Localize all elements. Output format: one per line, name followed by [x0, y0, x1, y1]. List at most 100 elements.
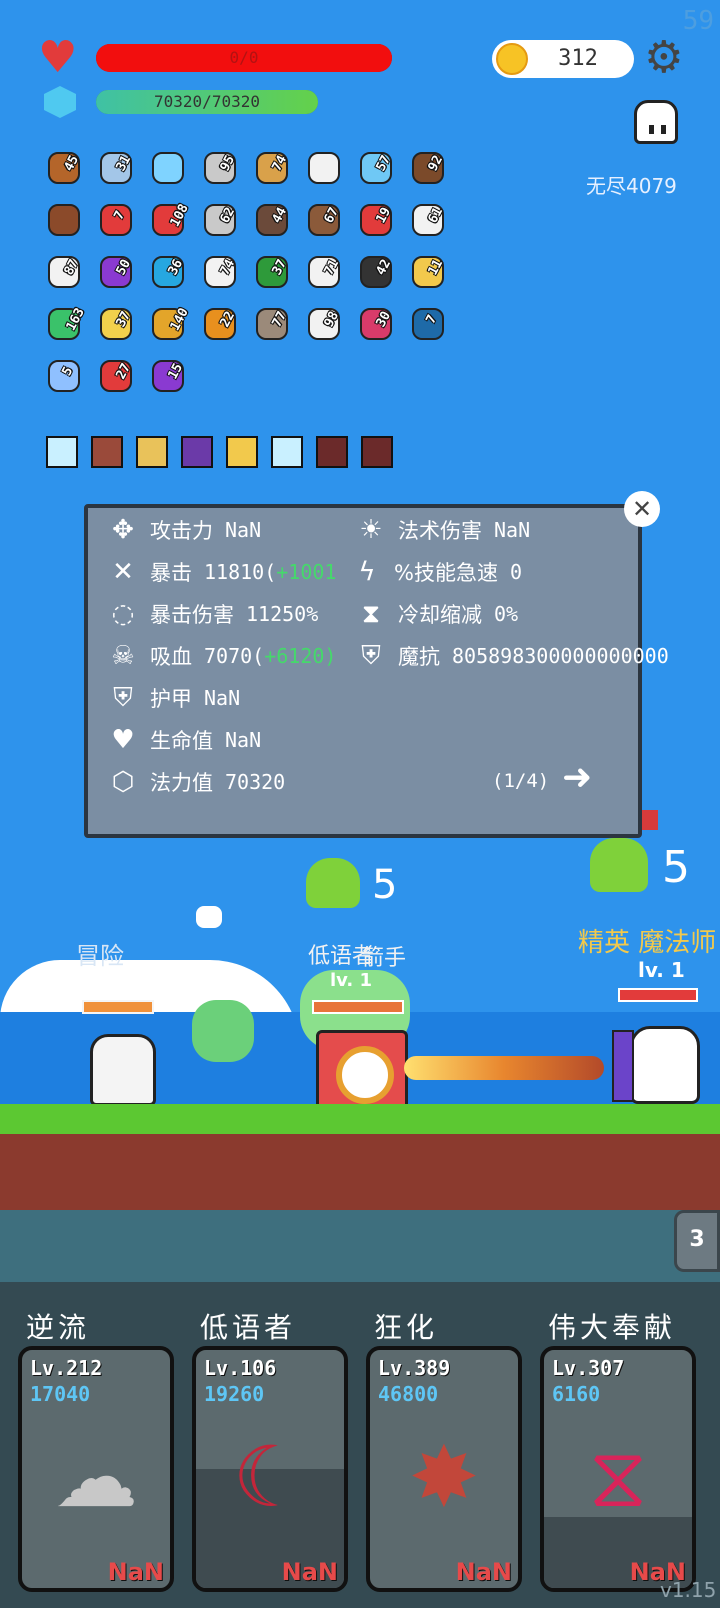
coin-value: 312 [558, 46, 598, 71]
item-slot[interactable]: 61 [408, 198, 452, 242]
card-value: 6160 [552, 1382, 601, 1406]
water-band [0, 1210, 720, 1282]
version-label: v1.15 [660, 1578, 717, 1602]
item-slot[interactable]: 42 [356, 250, 400, 294]
next-page-arrow-icon[interactable]: ➜ [562, 758, 592, 798]
totem-icon[interactable] [316, 436, 348, 468]
skill-card[interactable]: Lv.106 19260 ☾ NaN [192, 1346, 348, 1592]
coin-counter: 312 [492, 40, 634, 78]
item-slot[interactable]: 7 [408, 302, 452, 346]
cloud [196, 906, 222, 928]
stat-row: ϟ %技能急速 0 [350, 556, 522, 588]
item-slot[interactable]: 74 [252, 146, 296, 190]
item-slot[interactable]: 19 [356, 198, 400, 242]
stat-row: ☠ 吸血 7070(+6120) [106, 640, 336, 672]
item-slot[interactable]: 44 [252, 198, 296, 242]
crit-icon: ✕ [112, 557, 134, 587]
card-title: 逆流 [26, 1311, 91, 1344]
item-slot[interactable]: 62 [200, 198, 244, 242]
skill-card[interactable]: Lv.307 6160 ⧖ NaN [540, 1346, 696, 1592]
skill-card[interactable]: Lv.389 46800 ✸ NaN [366, 1346, 522, 1592]
wings-icon: ☁ [54, 1428, 138, 1526]
enemy2-level: lv. 1 [638, 958, 685, 982]
item-slot[interactable]: 92 [408, 146, 452, 190]
item-slot[interactable] [44, 198, 88, 242]
stat-label: 法力值 [150, 771, 213, 795]
card-level: Lv.212 [30, 1356, 103, 1380]
item-slot[interactable] [304, 146, 348, 190]
skill-card[interactable]: Lv.212 17040 ☁ NaN [18, 1346, 174, 1592]
skull-count-right: 5 [662, 842, 690, 893]
dirt-ground [0, 1134, 720, 1210]
item-slot[interactable]: 108 [148, 198, 192, 242]
stats-panel: ✥ 攻击力 NaN ✕ 暴击 11810(+1001 ◌ 暴击伤害 11250% ☠ 吸血 7070(… [84, 504, 669, 838]
item-slot[interactable]: 77 [252, 302, 296, 346]
moon-icon: ☾ [232, 1428, 308, 1526]
demon-icon[interactable] [181, 436, 213, 468]
item-slot[interactable]: 140 [148, 302, 192, 346]
close-icon[interactable]: ✕ [624, 491, 660, 527]
item-slot[interactable]: 11 [408, 250, 452, 294]
side-counter-button[interactable]: 3 [674, 1210, 720, 1272]
item-slot[interactable]: 30 [356, 302, 400, 346]
magnifier-icon [152, 152, 184, 184]
light-icon[interactable] [271, 436, 303, 468]
fire-trail [404, 1056, 604, 1080]
item-slot[interactable]: 67 [304, 198, 348, 242]
enemy1-level: lv. 1 [330, 970, 373, 991]
item-slot[interactable]: 31 [96, 146, 140, 190]
item-slot[interactable]: 163 [44, 302, 88, 346]
enemy-elite-mage [630, 1026, 700, 1104]
item-slot[interactable]: 36 [148, 250, 192, 294]
enemy2-label: 精英 魔法师 [578, 928, 717, 958]
stat-value: 0 [509, 560, 523, 584]
ghost-icon[interactable] [634, 100, 678, 144]
mana-text: 70320/70320 [154, 92, 260, 111]
burst-icon: ✸ [408, 1428, 480, 1526]
item-slot[interactable]: 7 [96, 198, 140, 242]
item-slot[interactable]: 37 [96, 302, 140, 346]
gear-icon[interactable]: ⚙ [644, 36, 683, 80]
item-slot[interactable]: 45 [44, 146, 88, 190]
hourglass-icon: ⧗ [361, 598, 381, 629]
stat-row: ◌ 暴击伤害 11250% [106, 598, 319, 630]
stat-row: ♥ 生命值 NaN [106, 724, 261, 756]
item-slot[interactable]: 27 [96, 354, 140, 398]
card-title: 狂化 [374, 1311, 439, 1344]
blade-icon[interactable] [91, 436, 123, 468]
light-icon[interactable] [46, 436, 78, 468]
wings-icon [308, 152, 340, 184]
mana-gem-icon [44, 86, 76, 118]
hp-text: 0/0 [229, 48, 259, 67]
item-slot[interactable]: 37 [252, 250, 296, 294]
heart-icon: ♥ [111, 725, 135, 755]
side-counter-value: 3 [689, 1227, 705, 1252]
stat-value: 70320 [225, 770, 286, 794]
stat-value: 7070( [204, 644, 265, 668]
item-slot[interactable]: 50 [96, 250, 140, 294]
item-slot[interactable]: 87 [44, 250, 88, 294]
item-slot[interactable]: 22 [200, 302, 244, 346]
item-slot[interactable]: 98 [304, 302, 348, 346]
coin-icon [496, 43, 528, 75]
hero-name: 冒险 [76, 942, 124, 970]
item-slot[interactable] [148, 146, 192, 190]
item-slot[interactable]: 57 [356, 146, 400, 190]
item-slot[interactable]: 71 [304, 250, 348, 294]
totem-icon[interactable] [361, 436, 393, 468]
stat-label: 暴击 [150, 561, 192, 585]
stat-row: ☀ 法术伤害 NaN [354, 514, 530, 546]
item-slot[interactable]: 15 [148, 354, 192, 398]
grass-ground [0, 1104, 720, 1134]
panel-page-indicator: (1/4) [492, 770, 550, 792]
item-slot[interactable]: 74 [200, 250, 244, 294]
stat-label: 攻击力 [150, 519, 213, 543]
card-cost: NaN [455, 1558, 512, 1586]
shield-icon[interactable] [136, 436, 168, 468]
skull-icon[interactable] [226, 436, 258, 468]
item-slot[interactable]: 95 [200, 146, 244, 190]
stat-value: 805898300000000000 [452, 644, 669, 668]
stat-value: NaN [494, 518, 531, 542]
enemy2-health-bar [618, 988, 698, 1002]
item-slot[interactable]: 5 [44, 354, 88, 398]
